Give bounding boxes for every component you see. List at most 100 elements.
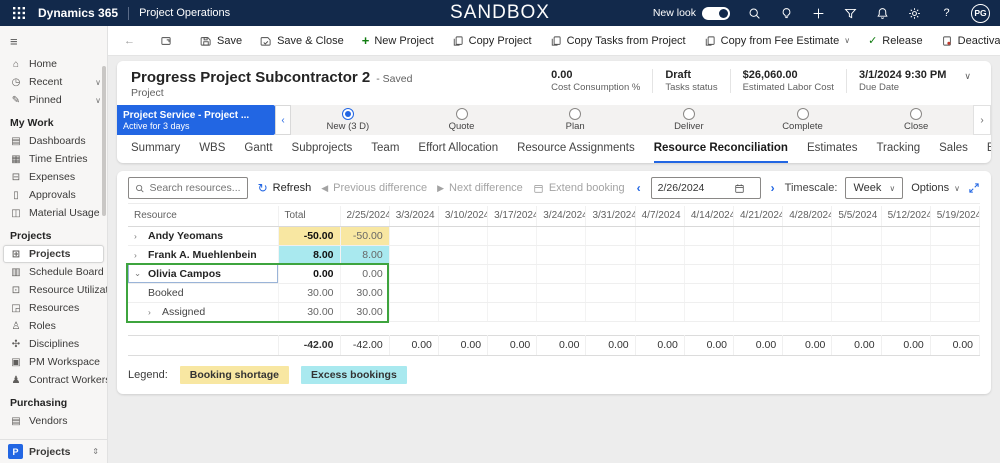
sidebar-item-disciplines[interactable]: ✣ Disciplines: [0, 335, 107, 353]
grid-cell[interactable]: [733, 283, 784, 303]
bpf-stage-new[interactable]: New (3 D): [291, 108, 405, 132]
bpf-stage-plan[interactable]: Plan: [518, 108, 632, 132]
grid-cell[interactable]: [881, 226, 931, 246]
grid-cell[interactable]: [536, 283, 587, 303]
week-cell[interactable]: 8.00: [340, 245, 390, 265]
column-header-week[interactable]: 5/12/2024: [881, 206, 931, 227]
grid-cell[interactable]: [635, 245, 685, 265]
grid-cell[interactable]: [733, 264, 784, 284]
back-button[interactable]: ←: [120, 32, 139, 50]
grid-cell[interactable]: [831, 245, 882, 265]
sidebar-hamburger-icon[interactable]: ≡: [0, 30, 107, 55]
grid-cell[interactable]: [536, 264, 587, 284]
save-button[interactable]: Save: [193, 32, 249, 50]
column-header-week[interactable]: 5/19/2024: [930, 206, 981, 227]
bpf-stage-deliver[interactable]: Deliver: [632, 108, 746, 132]
grid-cell[interactable]: [389, 245, 439, 265]
user-avatar[interactable]: PG: [971, 3, 990, 23]
column-header-week[interactable]: 3/24/2024: [536, 206, 587, 227]
options-button[interactable]: Options ∨: [911, 182, 960, 194]
grid-cell[interactable]: [831, 226, 882, 246]
grid-cell[interactable]: [389, 283, 439, 303]
sidebar-item-recent[interactable]: ◷ Recent ∨: [0, 73, 107, 91]
deactivate-button[interactable]: Deactivate: [934, 32, 1000, 50]
grid-cell[interactable]: [930, 302, 981, 322]
grid-cell[interactable]: [733, 245, 784, 265]
sidebar-item-resource-utilization[interactable]: ⊡ Resource Utilization: [0, 281, 107, 299]
grid-cell[interactable]: [635, 226, 685, 246]
expand-chevron-icon[interactable]: ›: [134, 250, 143, 260]
column-header-total[interactable]: Total: [278, 206, 341, 227]
grid-cell[interactable]: [881, 283, 931, 303]
grid-cell[interactable]: [585, 245, 636, 265]
grid-cell[interactable]: [438, 302, 489, 322]
fullscreen-expand-icon[interactable]: [968, 182, 980, 194]
sidebar-item-pinned[interactable]: ✎ Pinned ∨: [0, 91, 107, 109]
extend-booking-button[interactable]: Extend booking: [533, 182, 625, 194]
sidebar-item-schedule-board[interactable]: ▥ Schedule Board: [0, 263, 107, 281]
tab-expense-estimates[interactable]: Expense Estimates: [987, 142, 991, 163]
sidebar-item-time-entries[interactable]: ▦ Time Entries: [0, 150, 107, 168]
sidebar-item-contract-workers[interactable]: ♟ Contract Workers: [0, 371, 107, 389]
grid-cell[interactable]: [487, 264, 538, 284]
copy-tasks-from-project-button[interactable]: Copy Tasks from Project: [543, 32, 693, 50]
column-header-week[interactable]: 4/7/2024: [635, 206, 685, 227]
tab-tracking[interactable]: Tracking: [876, 142, 920, 163]
bpf-active-stage-chip[interactable]: Project Service - Project ... Active for…: [117, 105, 275, 135]
bpf-stage-complete[interactable]: Complete: [746, 108, 860, 132]
grid-cell[interactable]: [782, 264, 833, 284]
grid-cell[interactable]: [585, 226, 636, 246]
area-switcher-updown-icon[interactable]: ⇕: [92, 447, 99, 456]
grid-cell[interactable]: [536, 226, 587, 246]
table-row-booked[interactable]: Booked 30.00 30.00: [128, 283, 981, 303]
grid-cell[interactable]: [881, 264, 931, 284]
tab-sales[interactable]: Sales: [939, 142, 968, 163]
column-header-week[interactable]: 4/14/2024: [684, 206, 735, 227]
grid-cell[interactable]: [782, 245, 833, 265]
week-cell[interactable]: 0.00: [340, 264, 390, 284]
new-project-button[interactable]: + New Project: [355, 30, 441, 51]
sidebar-item-dashboards[interactable]: ▤ Dashboards: [0, 132, 107, 150]
sidebar-scrollbar[interactable]: [102, 66, 106, 216]
grid-cell[interactable]: [930, 264, 981, 284]
chevron-down-icon[interactable]: ∨: [95, 96, 101, 105]
bpf-collapse-chevron-icon[interactable]: ‹: [275, 105, 291, 135]
chevron-down-icon[interactable]: ∨: [844, 36, 850, 45]
grid-cell[interactable]: [585, 283, 636, 303]
total-cell[interactable]: 30.00: [278, 302, 341, 322]
total-cell[interactable]: 8.00: [278, 245, 341, 265]
week-cell[interactable]: -50.00: [340, 226, 390, 246]
notifications-bell-icon[interactable]: [875, 6, 890, 21]
sidebar-item-vendors[interactable]: ▤ Vendors: [0, 412, 107, 430]
tab-summary[interactable]: Summary: [131, 142, 180, 163]
column-header-week[interactable]: 2/25/2024: [340, 206, 390, 227]
lightbulb-icon[interactable]: [779, 6, 794, 21]
bpf-stage-close[interactable]: Close: [859, 108, 973, 132]
column-header-week[interactable]: 3/31/2024: [585, 206, 636, 227]
tab-gantt[interactable]: Gantt: [244, 142, 272, 163]
tab-resource-assignments[interactable]: Resource Assignments: [517, 142, 635, 163]
grid-cell[interactable]: [487, 245, 538, 265]
column-header-resource[interactable]: Resource: [128, 206, 279, 227]
app-area-name[interactable]: Project Operations: [139, 7, 230, 19]
release-button[interactable]: ✓ Release: [861, 31, 930, 50]
save-and-close-button[interactable]: Save & Close: [253, 32, 351, 50]
date-picker[interactable]: [650, 177, 761, 199]
sidebar-item-material-usage[interactable]: ◫ Material Usage: [0, 204, 107, 222]
sidebar-item-resources[interactable]: ◲ Resources: [0, 299, 107, 317]
column-header-week[interactable]: 4/28/2024: [782, 206, 833, 227]
grid-cell[interactable]: [684, 264, 735, 284]
grid-cell[interactable]: [438, 245, 489, 265]
chevron-down-icon[interactable]: ∨: [95, 78, 101, 87]
header-collapse-chevron-icon[interactable]: ∨: [958, 69, 977, 84]
expand-form-button[interactable]: [153, 32, 179, 50]
grid-cell[interactable]: [536, 245, 587, 265]
table-row-andy-yeomans[interactable]: › Andy Yeomans -50.00 -50.00: [128, 226, 981, 246]
grid-cell[interactable]: [389, 226, 439, 246]
table-row-olivia-campos[interactable]: ⌄ Olivia Campos 0.00 0.00: [128, 264, 981, 284]
grid-cell[interactable]: [635, 302, 685, 322]
grid-cell[interactable]: [881, 245, 931, 265]
tab-team[interactable]: Team: [371, 142, 399, 163]
grid-cell[interactable]: [635, 283, 685, 303]
grid-cell[interactable]: [782, 283, 833, 303]
